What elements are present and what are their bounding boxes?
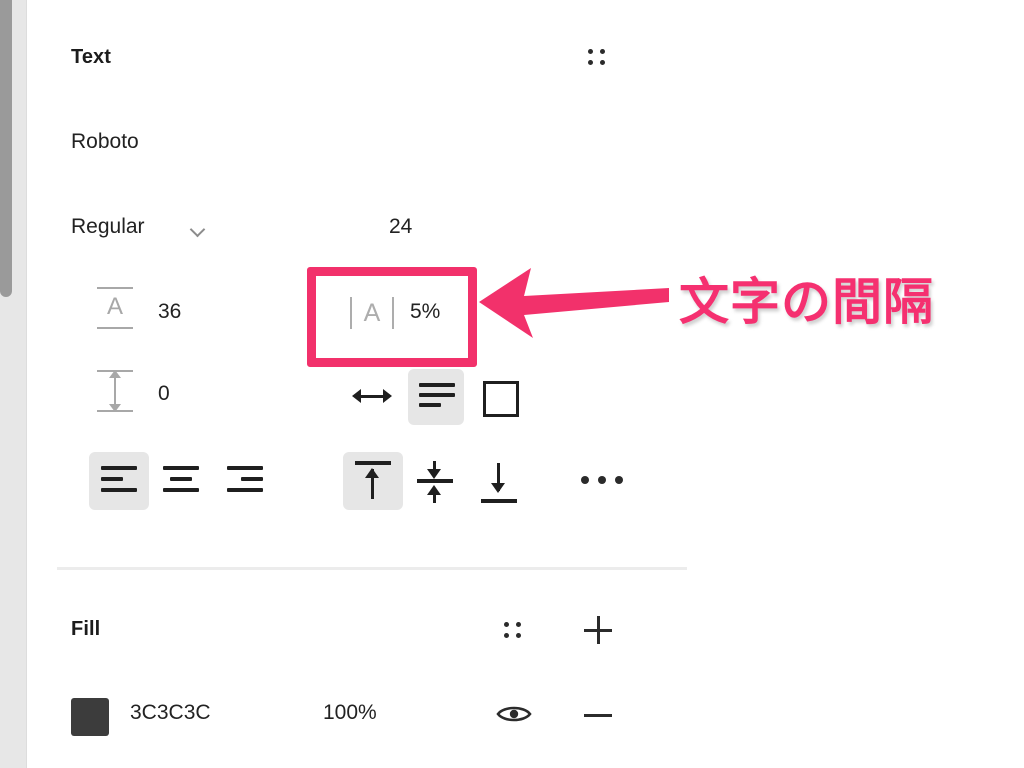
remove-fill-button[interactable]: [584, 701, 612, 729]
align-left-icon[interactable]: [101, 466, 137, 496]
fill-opacity-field[interactable]: 100%: [323, 701, 377, 725]
add-fill-button[interactable]: [584, 616, 612, 644]
letter-spacing-icon: A: [349, 295, 395, 331]
paragraph-spacing-icon: [97, 368, 133, 414]
scrollbar-thumb[interactable]: [0, 0, 12, 297]
paragraph-spacing-field[interactable]: 0: [158, 382, 170, 406]
line-height-field[interactable]: 36: [158, 300, 181, 324]
text-section-title: Text: [71, 46, 112, 68]
align-top-icon[interactable]: [351, 459, 395, 505]
line-height-icon: A: [97, 285, 133, 331]
align-middle-icon[interactable]: [413, 459, 457, 505]
fill-color-swatch[interactable]: [71, 698, 109, 736]
letter-spacing-glyph: A: [363, 299, 381, 327]
horizontal-resize-icon[interactable]: [352, 382, 392, 410]
align-right-icon[interactable]: [227, 466, 263, 496]
font-size-field[interactable]: 24: [389, 215, 412, 239]
more-options-ellipsis-icon[interactable]: [581, 476, 625, 486]
align-center-icon[interactable]: [163, 466, 199, 496]
font-family-field[interactable]: Roboto: [71, 130, 139, 154]
align-bottom-icon[interactable]: [477, 459, 521, 505]
auto-height-icon[interactable]: [419, 381, 455, 413]
chevron-down-icon[interactable]: [190, 224, 206, 234]
section-divider: [57, 567, 687, 570]
eye-icon[interactable]: [496, 702, 532, 726]
properties-panel: Text Roboto Regular 24 A 36 A 5% 0 Fill …: [27, 0, 1024, 768]
fill-color-hex-field[interactable]: 3C3C3C: [130, 701, 211, 725]
text-style-icon[interactable]: [586, 46, 608, 68]
scrollbar-track[interactable]: [0, 0, 27, 768]
fixed-size-square-icon[interactable]: [483, 381, 519, 417]
fill-style-icon[interactable]: [502, 619, 524, 641]
font-weight-field[interactable]: Regular: [71, 215, 145, 239]
fill-section-title: Fill: [71, 618, 101, 640]
annotation-label: 文字の間隔: [677, 271, 935, 333]
letter-spacing-field[interactable]: 5%: [410, 300, 440, 324]
